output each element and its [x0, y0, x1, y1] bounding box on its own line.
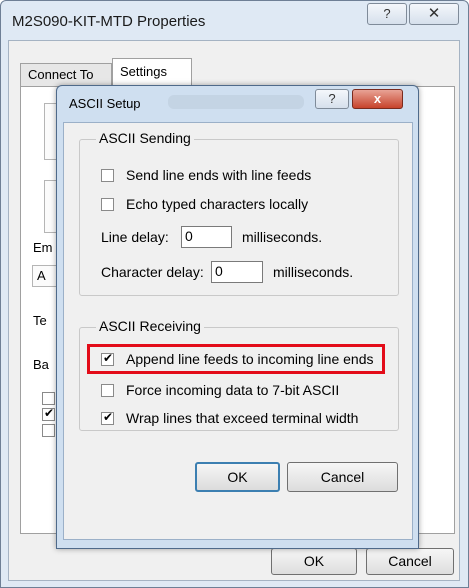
- close-icon: x: [373, 91, 382, 106]
- wrap-lines-checkbox[interactable]: [101, 410, 114, 425]
- close-button[interactable]: ✕: [409, 3, 459, 25]
- force-7bit-label: Force incoming data to 7-bit ASCII: [126, 382, 340, 398]
- line-delay-unit: milliseconds.: [242, 229, 323, 245]
- ascii-sending-legend: ASCII Sending: [96, 130, 194, 146]
- help-icon: ?: [328, 91, 336, 106]
- tab-connect-to[interactable]: Connect To: [20, 63, 112, 87]
- ascii-receiving-legend: ASCII Receiving: [96, 318, 204, 334]
- backscroll-label: Ba: [33, 357, 49, 372]
- char-delay-unit: milliseconds.: [273, 264, 354, 280]
- help-button[interactable]: ?: [367, 3, 407, 25]
- emulation-label: Em: [33, 240, 53, 255]
- line-delay-input[interactable]: 0: [181, 226, 232, 248]
- line-delay-label: Line delay:: [101, 229, 169, 245]
- dialog-help-button[interactable]: ?: [315, 89, 349, 109]
- dialog-cancel-button[interactable]: Cancel: [287, 462, 398, 492]
- echo-locally-label: Echo typed characters locally: [126, 196, 309, 212]
- settings-checkbox-2[interactable]: [42, 406, 55, 421]
- title-blur: [168, 95, 304, 109]
- tab-settings[interactable]: Settings: [112, 58, 192, 87]
- help-icon: ?: [383, 6, 391, 21]
- char-delay-input[interactable]: 0: [211, 261, 263, 283]
- send-line-feeds-label: Send line ends with line feeds: [126, 167, 312, 183]
- dialog-close-button[interactable]: x: [352, 89, 403, 109]
- char-delay-label: Character delay:: [101, 264, 204, 280]
- echo-locally-checkbox[interactable]: [101, 198, 114, 211]
- settings-checkbox-1[interactable]: [42, 392, 55, 405]
- dialog-title: ASCII Setup: [69, 96, 141, 111]
- red-highlight-box: [87, 344, 385, 374]
- telnet-terminal-label: Te: [33, 313, 47, 328]
- force-7bit-checkbox[interactable]: [101, 384, 114, 397]
- wrap-lines-label: Wrap lines that exceed terminal width: [126, 410, 359, 426]
- send-line-feeds-checkbox[interactable]: [101, 169, 114, 182]
- dialog-ok-button[interactable]: OK: [195, 462, 280, 492]
- window-title: M2S090-KIT-MTD Properties: [12, 13, 206, 30]
- settings-checkbox-3[interactable]: [42, 424, 55, 437]
- ok-button[interactable]: OK: [271, 548, 357, 575]
- close-icon: ✕: [427, 5, 441, 22]
- cancel-button[interactable]: Cancel: [366, 548, 454, 575]
